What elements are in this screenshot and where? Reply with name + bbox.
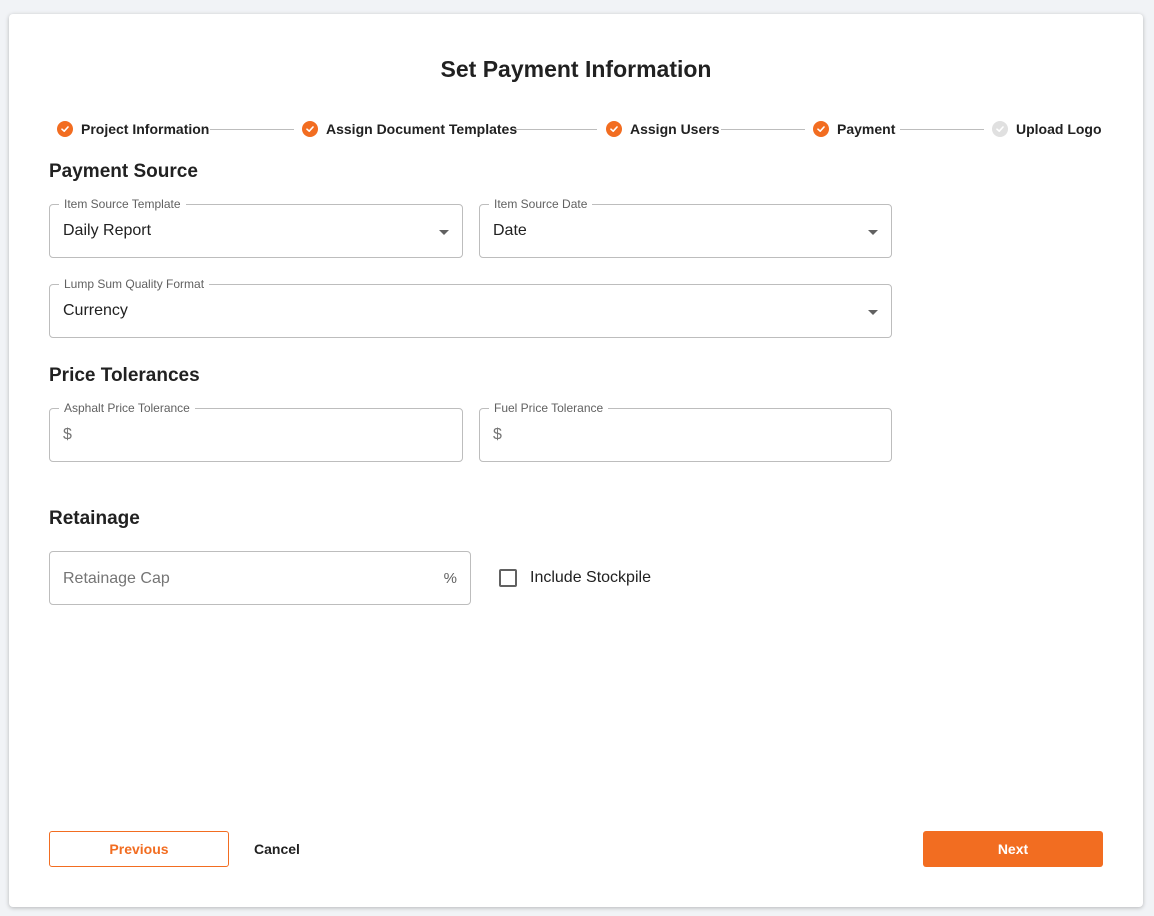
item-source-template-select[interactable]: Item Source Template Daily Report	[49, 197, 463, 258]
check-circle-icon	[813, 121, 829, 137]
field-label: Item Source Date	[489, 197, 593, 211]
input-placeholder: Retainage Cap	[63, 570, 170, 587]
next-button[interactable]: Next	[923, 831, 1103, 867]
check-circle-icon	[302, 121, 318, 137]
step-connector	[210, 129, 294, 130]
cancel-button[interactable]: Cancel	[241, 831, 313, 867]
price-tolerances-heading: Price Tolerances	[49, 365, 200, 386]
dropdown-arrow-icon[interactable]	[868, 230, 878, 235]
step-connector	[900, 129, 984, 130]
step-label: Assign Users	[630, 121, 720, 137]
percent-suffix: %	[443, 570, 457, 587]
dropdown-arrow-icon[interactable]	[439, 230, 449, 235]
step-label: Project Information	[81, 121, 210, 137]
dropdown-arrow-icon[interactable]	[868, 310, 878, 315]
item-source-date-select[interactable]: Item Source Date Date	[479, 197, 892, 258]
asphalt-price-tolerance-input[interactable]: Asphalt Price Tolerance $	[49, 401, 463, 462]
check-circle-icon	[992, 121, 1008, 137]
field-label: Item Source Template	[59, 197, 186, 211]
retainage-heading: Retainage	[49, 508, 140, 529]
check-circle-icon	[606, 121, 622, 137]
retainage-cap-input[interactable]: Retainage Cap %	[49, 551, 471, 605]
field-label: Asphalt Price Tolerance	[59, 401, 195, 415]
payment-source-heading: Payment Source	[49, 161, 198, 182]
checkbox-label: Include Stockpile	[530, 569, 651, 586]
step-label: Assign Document Templates	[326, 121, 518, 137]
fuel-price-tolerance-input[interactable]: Fuel Price Tolerance $	[479, 401, 892, 462]
currency-prefix: $	[493, 426, 502, 443]
select-value: Date	[493, 222, 527, 239]
step-upload-logo[interactable]: Upload Logo	[992, 120, 1102, 138]
step-project-information[interactable]: Project Information	[57, 120, 209, 138]
select-value: Currency	[63, 302, 128, 319]
step-payment[interactable]: Payment	[813, 120, 895, 138]
wizard-card: Set Payment Information Project Informat…	[9, 14, 1143, 907]
checkbox-box[interactable]	[499, 569, 517, 587]
step-assign-document-templates[interactable]: Assign Document Templates	[302, 120, 517, 138]
step-label: Upload Logo	[1016, 121, 1102, 137]
field-label: Lump Sum Quality Format	[59, 277, 210, 291]
step-connector	[721, 129, 805, 130]
step-label: Payment	[837, 121, 896, 137]
previous-button[interactable]: Previous	[49, 831, 229, 867]
lump-sum-quality-format-select[interactable]: Lump Sum Quality Format Currency	[49, 277, 892, 338]
currency-prefix: $	[63, 426, 72, 443]
field-label: Fuel Price Tolerance	[489, 401, 609, 415]
check-circle-icon	[57, 121, 73, 137]
page-title: Set Payment Information	[440, 56, 712, 82]
include-stockpile-checkbox[interactable]: Include Stockpile	[499, 569, 651, 587]
step-connector	[515, 129, 597, 130]
step-assign-users[interactable]: Assign Users	[606, 120, 719, 138]
select-value: Daily Report	[63, 222, 152, 239]
